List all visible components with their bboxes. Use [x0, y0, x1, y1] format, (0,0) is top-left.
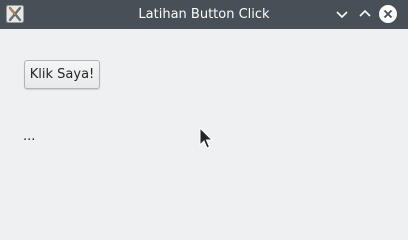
mouse-cursor-icon	[199, 127, 214, 149]
content-area: Klik Saya! ...	[0, 29, 408, 232]
klik-saya-button[interactable]: Klik Saya!	[24, 60, 100, 89]
close-icon[interactable]	[378, 4, 398, 24]
chevron-down-icon[interactable]	[332, 4, 352, 24]
output-label: ...	[23, 129, 36, 144]
chevron-up-icon[interactable]	[355, 4, 375, 24]
app-window: Latihan Button Click Klik Saya! ...	[0, 0, 408, 232]
title-bar[interactable]: Latihan Button Click	[0, 0, 408, 29]
